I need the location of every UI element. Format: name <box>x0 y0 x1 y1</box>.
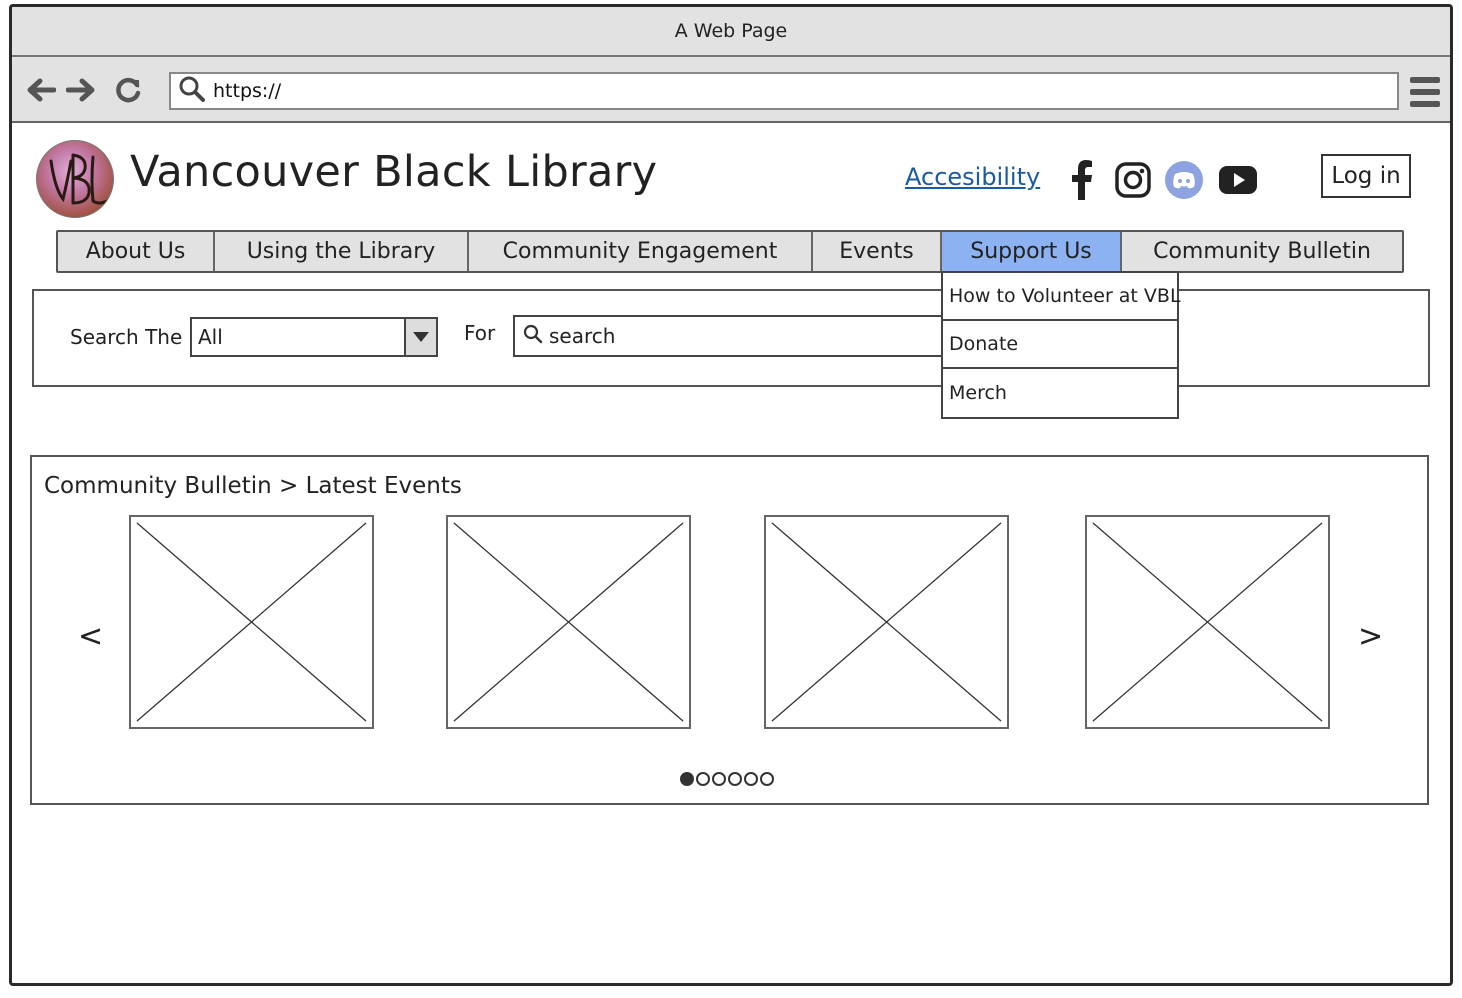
carousel-dot[interactable] <box>728 772 742 786</box>
carousel-next-button[interactable]: > <box>1358 619 1383 654</box>
for-label: For <box>464 321 496 345</box>
support-us-dropdown: How to Volunteer at VBL Donate Merch <box>941 271 1181 419</box>
community-bulletin-panel: Community Bulletin > Latest Events < > <box>30 455 1429 805</box>
search-icon <box>523 324 543 349</box>
event-card[interactable] <box>129 515 374 729</box>
carousel-dot[interactable] <box>760 772 774 786</box>
youtube-icon[interactable] <box>1218 160 1258 200</box>
url-text: https:// <box>213 80 282 102</box>
tab-events[interactable]: Events <box>813 232 942 271</box>
event-card[interactable] <box>1085 515 1330 729</box>
browser-window: A Web Page https:// Vancouver Black Libr… <box>9 4 1453 986</box>
search-scope-select[interactable]: All <box>190 317 438 357</box>
window-title: A Web Page <box>674 20 788 42</box>
event-card[interactable] <box>764 515 1009 729</box>
search-scope-value: All <box>198 325 223 349</box>
address-bar[interactable]: https:// <box>169 72 1399 110</box>
image-placeholder-icon <box>771 522 1002 722</box>
carousel-dot[interactable] <box>712 772 726 786</box>
browser-toolbar: https:// <box>12 57 1450 123</box>
bulletin-breadcrumb: Community Bulletin > Latest Events <box>44 473 462 499</box>
arrow-left-icon[interactable] <box>24 73 58 107</box>
search-label: Search The <box>70 325 183 349</box>
search-panel: Search The All For search <box>32 289 1430 387</box>
tab-community-bulletin[interactable]: Community Bulletin <box>1122 232 1402 271</box>
dropdown-item-volunteer[interactable]: How to Volunteer at VBL <box>943 273 1181 321</box>
hamburger-menu-icon[interactable] <box>1410 77 1440 107</box>
reload-icon[interactable] <box>111 73 145 107</box>
carousel-prev-button[interactable]: < <box>78 619 103 654</box>
image-placeholder-icon <box>1092 522 1323 722</box>
image-placeholder-icon <box>136 522 367 722</box>
search-icon <box>179 76 205 106</box>
tab-community-engagement[interactable]: Community Engagement <box>469 232 813 271</box>
accessibility-link[interactable]: Accesibility <box>905 163 1040 191</box>
discord-icon[interactable] <box>1164 160 1204 200</box>
tab-support-us[interactable]: Support Us <box>942 232 1122 271</box>
tab-using-the-library[interactable]: Using the Library <box>215 232 469 271</box>
arrow-right-icon[interactable] <box>64 73 98 107</box>
window-titlebar: A Web Page <box>12 7 1450 57</box>
login-button[interactable]: Log in <box>1321 154 1411 198</box>
search-input[interactable]: search <box>513 315 953 357</box>
dropdown-item-donate[interactable]: Donate <box>943 321 1177 369</box>
image-placeholder-icon <box>453 522 684 722</box>
instagram-icon[interactable] <box>1113 160 1153 200</box>
main-nav: About Us Using the Library Community Eng… <box>56 230 1404 273</box>
dropdown-item-merch[interactable]: Merch <box>943 369 1177 417</box>
vbl-logo[interactable] <box>36 140 114 218</box>
chevron-down-icon[interactable] <box>404 319 436 355</box>
facebook-icon[interactable] <box>1062 160 1102 200</box>
site-title: Vancouver Black Library <box>130 147 658 197</box>
carousel-dot[interactable] <box>680 772 694 786</box>
carousel-pagination <box>680 772 774 786</box>
tab-about-us[interactable]: About Us <box>58 232 215 271</box>
event-card[interactable] <box>446 515 691 729</box>
carousel-dot[interactable] <box>744 772 758 786</box>
carousel-dot[interactable] <box>696 772 710 786</box>
search-placeholder: search <box>549 324 616 348</box>
